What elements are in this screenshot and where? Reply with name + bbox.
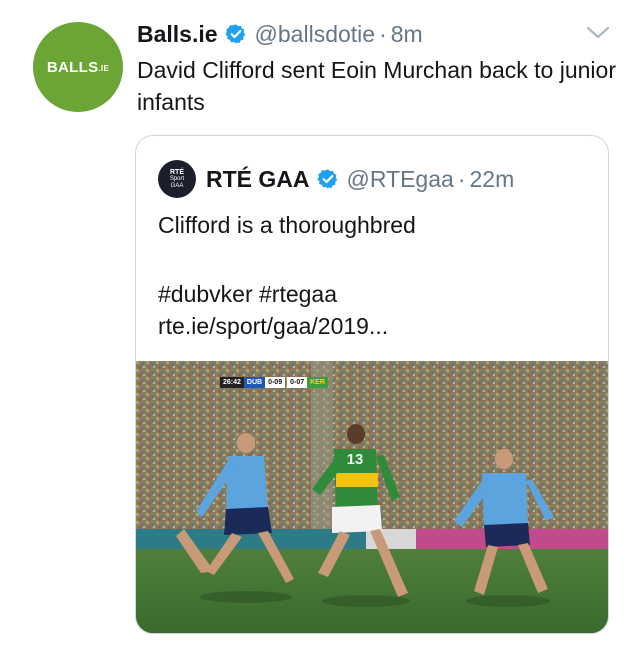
avatar-logo: BALLS.IE (46, 58, 110, 76)
hashtags[interactable]: #dubvker #rtegaa (158, 278, 588, 310)
team-dublin: DUB (243, 377, 266, 388)
scoreboard: 26:42 DUB 0-09 0-07 KER (220, 377, 328, 388)
score-kerry: 0-07 (287, 377, 308, 388)
quoted-tweet-text: Clifford is a thoroughbred #dubvker #rte… (158, 209, 588, 342)
jersey-number: 13 (347, 451, 364, 468)
quoted-author-name: RTÉ GAA (206, 165, 310, 192)
quoted-tweet-card[interactable]: RTÉ Sport GAA RTÉ GAA @RTEgaa · 22m Clif… (135, 135, 609, 634)
quoted-avatar: RTÉ Sport GAA (158, 160, 196, 198)
avatar[interactable]: BALLS.IE (33, 22, 123, 112)
timestamp[interactable]: 8m (391, 21, 423, 48)
tweet[interactable]: BALLS.IE Balls.ie @ballsdotie · 8m David… (0, 0, 639, 652)
video-thumbnail[interactable]: 13 26:42 DUB 0-09 0-07 KER (136, 361, 608, 633)
quoted-author-handle: @RTEgaa (346, 165, 454, 192)
separator-dot: · (457, 165, 466, 192)
link[interactable]: rte.ie/sport/gaa/2019... (158, 310, 588, 342)
match-image: 13 (136, 361, 608, 633)
quoted-text-line: Clifford is a thoroughbred (158, 212, 416, 238)
chevron-down-icon[interactable] (585, 24, 611, 42)
team-kerry: KER (307, 377, 328, 388)
separator-dot: · (379, 20, 387, 47)
quoted-timestamp: 22m (469, 165, 515, 192)
tweet-text: David Clifford sent Eoin Murchan back to… (137, 57, 616, 115)
match-clock: 26:42 (220, 377, 244, 388)
author-name[interactable]: Balls.ie (137, 21, 218, 48)
score-dublin: 0-09 (265, 377, 286, 388)
verified-badge-icon (224, 24, 245, 44)
quoted-tweet-header: RTÉ Sport GAA RTÉ GAA @RTEgaa · 22m (158, 158, 514, 200)
verified-badge-icon (316, 169, 337, 189)
tweet-header: Balls.ie @ballsdotie · 8m (137, 18, 423, 50)
author-handle[interactable]: @ballsdotie (255, 21, 376, 48)
